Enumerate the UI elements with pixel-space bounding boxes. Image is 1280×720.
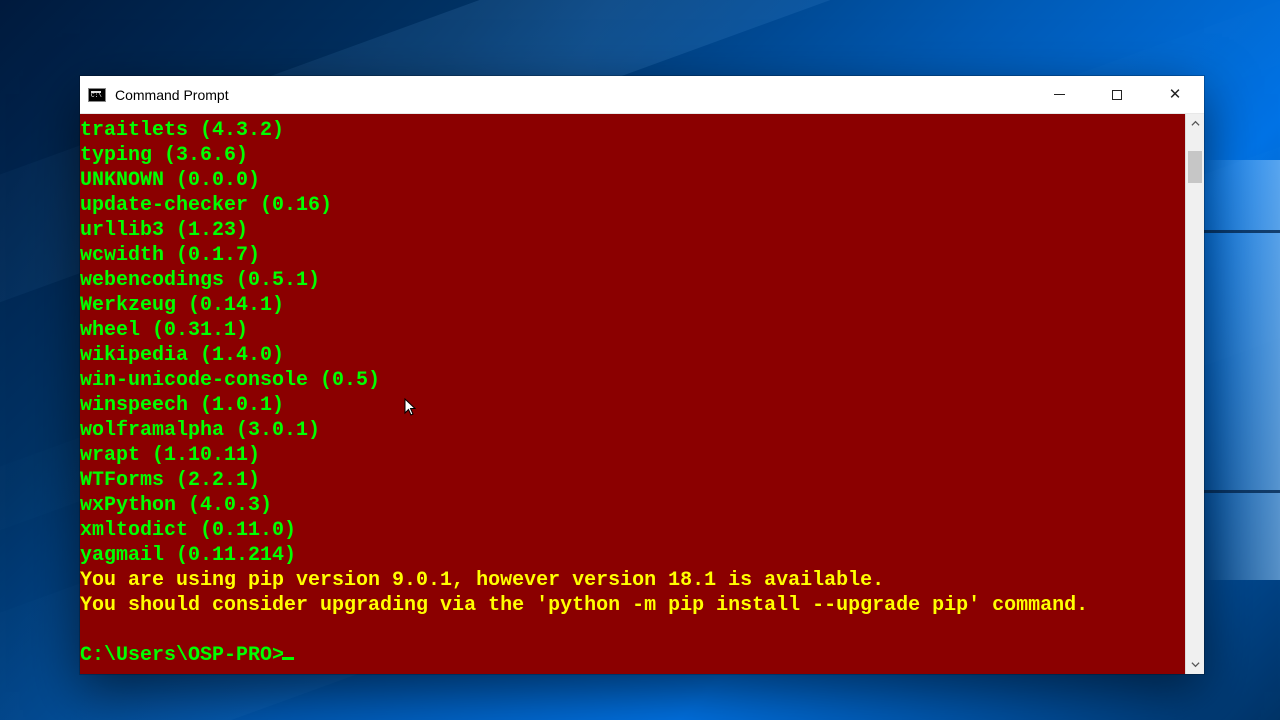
package-line: Werkzeug (0.14.1): [80, 293, 1185, 318]
window-title: Command Prompt: [115, 87, 229, 103]
package-line: wolframalpha (3.0.1): [80, 418, 1185, 443]
titlebar[interactable]: Command Prompt ✕: [80, 76, 1204, 114]
close-button[interactable]: ✕: [1146, 76, 1204, 113]
package-line: WTForms (2.2.1): [80, 468, 1185, 493]
package-line: wxPython (4.0.3): [80, 493, 1185, 518]
cmd-icon: [88, 88, 106, 102]
package-line: wikipedia (1.4.0): [80, 343, 1185, 368]
prompt-line[interactable]: C:\Users\OSP-PRO>: [80, 643, 1185, 668]
pip-notice-line: You should consider upgrading via the 'p…: [80, 593, 1185, 618]
chevron-down-icon: [1191, 660, 1200, 669]
chevron-up-icon: [1191, 119, 1200, 128]
scroll-track[interactable]: [1186, 133, 1204, 655]
package-line: wheel (0.31.1): [80, 318, 1185, 343]
maximize-button[interactable]: [1088, 76, 1146, 113]
package-line: urllib3 (1.23): [80, 218, 1185, 243]
pip-notice-line: You are using pip version 9.0.1, however…: [80, 568, 1185, 593]
package-line: wcwidth (0.1.7): [80, 243, 1185, 268]
minimize-button[interactable]: [1030, 76, 1088, 113]
package-line: win-unicode-console (0.5): [80, 368, 1185, 393]
blank-line: [80, 618, 1185, 643]
package-line: wrapt (1.10.11): [80, 443, 1185, 468]
package-line: UNKNOWN (0.0.0): [80, 168, 1185, 193]
scroll-up-button[interactable]: [1186, 114, 1204, 133]
package-line: webencodings (0.5.1): [80, 268, 1185, 293]
package-line: traitlets (4.3.2): [80, 118, 1185, 143]
scroll-thumb[interactable]: [1188, 151, 1202, 183]
command-prompt-window: Command Prompt ✕ traitlets (4.3.2)typing…: [80, 76, 1204, 674]
scrollbar[interactable]: [1185, 114, 1204, 674]
desktop-bg-panel: [1200, 160, 1280, 580]
scroll-down-button[interactable]: [1186, 655, 1204, 674]
text-cursor: [282, 657, 294, 660]
package-line: winspeech (1.0.1): [80, 393, 1185, 418]
package-line: typing (3.6.6): [80, 143, 1185, 168]
window-controls: ✕: [1030, 76, 1204, 113]
terminal-output[interactable]: traitlets (4.3.2)typing (3.6.6)UNKNOWN (…: [80, 114, 1185, 674]
package-line: yagmail (0.11.214): [80, 543, 1185, 568]
terminal-area: traitlets (4.3.2)typing (3.6.6)UNKNOWN (…: [80, 114, 1204, 674]
package-line: xmltodict (0.11.0): [80, 518, 1185, 543]
package-line: update-checker (0.16): [80, 193, 1185, 218]
